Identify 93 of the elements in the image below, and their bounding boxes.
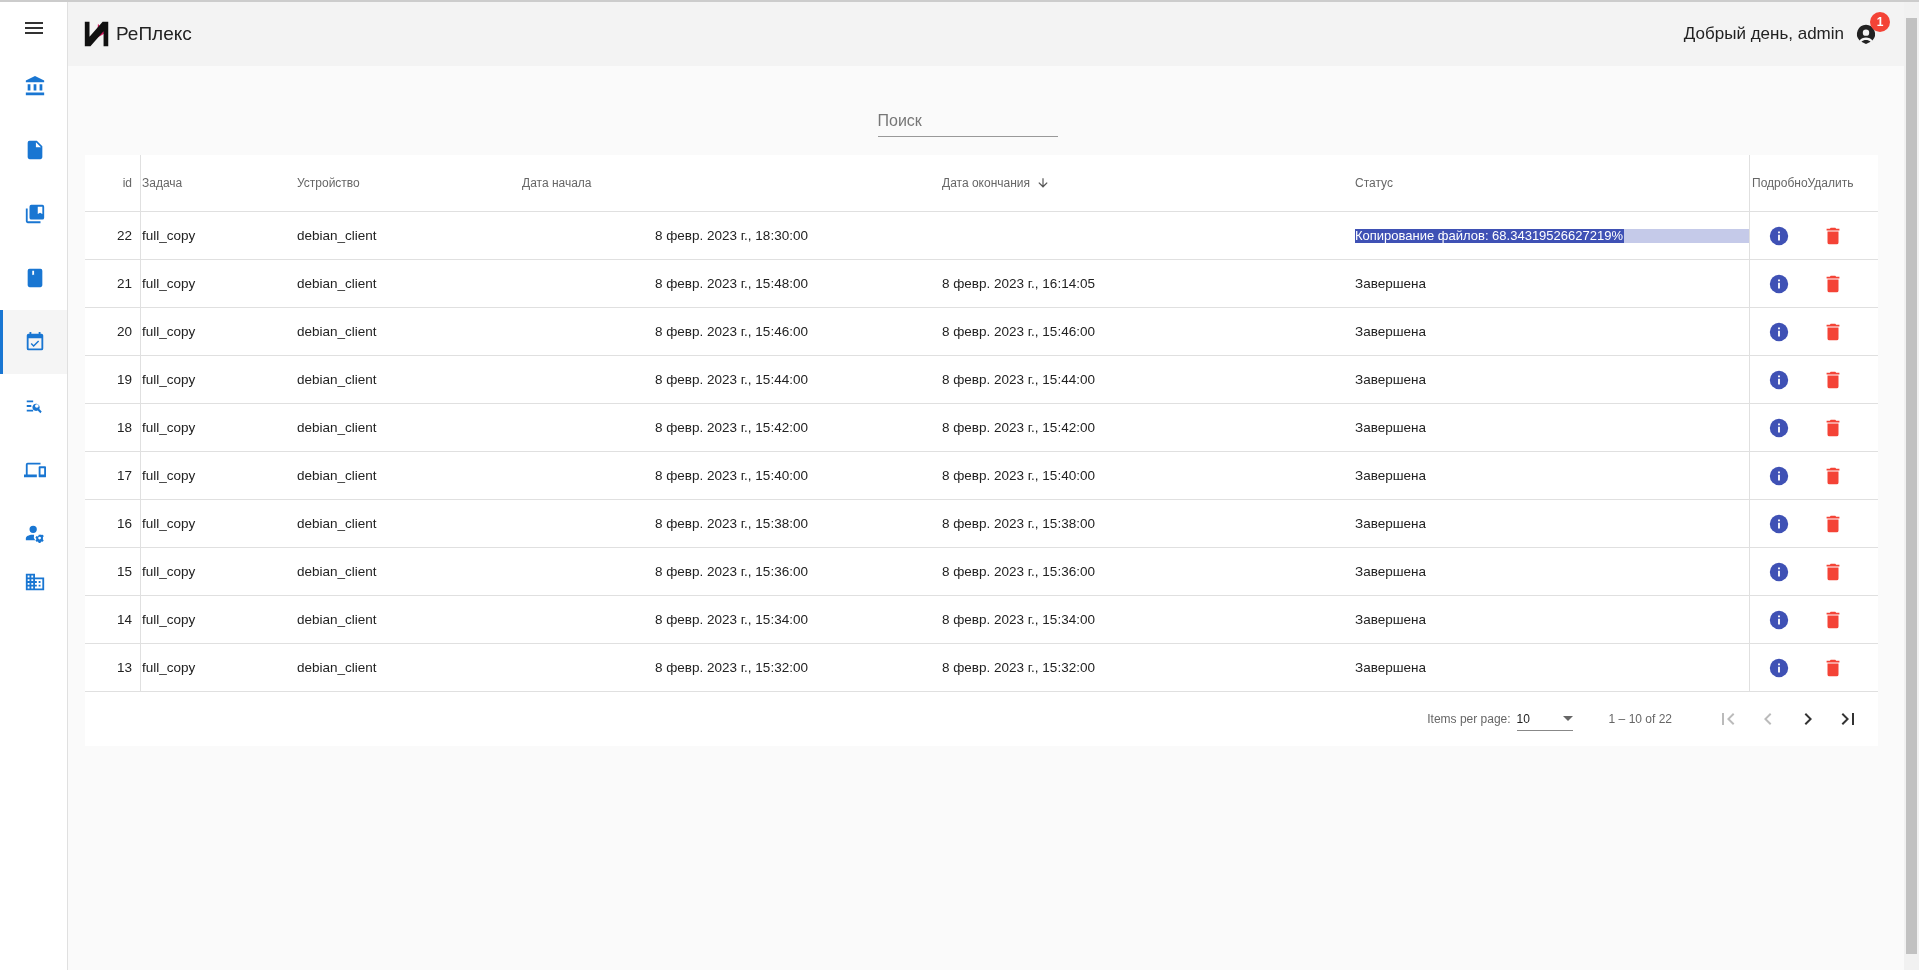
table-cell: 8 февр. 2023 г., 16:14:05	[942, 276, 1095, 291]
column-header[interactable]: Статус	[1355, 155, 1750, 212]
status-text: Завершена	[1355, 516, 1426, 531]
table-cell: 13	[85, 644, 141, 692]
table-cell: debian_client	[297, 644, 522, 692]
table-cell: 8 февр. 2023 г., 15:36:00	[942, 564, 1095, 579]
info-button[interactable]	[1767, 224, 1790, 247]
table-cell: 22	[85, 212, 141, 260]
notification-badge: 1	[1870, 12, 1890, 32]
table-cell: 14	[85, 596, 141, 644]
library-icon	[24, 203, 46, 225]
status-text: Завершена	[1355, 564, 1426, 579]
table-cell: full_copy	[141, 356, 297, 404]
table-cell: 8 февр. 2023 г., 15:38:00	[942, 516, 1095, 531]
account-button[interactable]	[1854, 22, 1878, 46]
table-cell: 8 февр. 2023 г., 15:46:00	[522, 308, 942, 356]
table-cell: full_copy	[141, 548, 297, 596]
table-cell: full_copy	[141, 500, 297, 548]
table-cell: 8 февр. 2023 г., 15:38:00	[522, 500, 942, 548]
table-cell: 8 февр. 2023 г., 15:40:00	[942, 468, 1095, 483]
info-button[interactable]	[1767, 512, 1790, 535]
table-cell: 8 февр. 2023 г., 15:46:00	[942, 324, 1095, 339]
table-cell: 8 февр. 2023 г., 15:36:00	[522, 548, 942, 596]
table-cell: 8 февр. 2023 г., 15:40:00	[522, 452, 942, 500]
column-header[interactable]: id	[85, 155, 141, 212]
column-header[interactable]: Подробно	[1750, 155, 1808, 212]
table-cell: full_copy	[141, 260, 297, 308]
info-button[interactable]	[1767, 464, 1790, 487]
table-cell: debian_client	[297, 260, 522, 308]
table-cell: full_copy	[141, 644, 297, 692]
info-button[interactable]	[1767, 368, 1790, 391]
scrollbar[interactable]	[1904, 2, 1919, 970]
page-size-select[interactable]: 10	[1516, 707, 1573, 731]
info-button[interactable]	[1767, 560, 1790, 583]
table-cell: 8 февр. 2023 г., 15:34:00	[942, 612, 1095, 627]
table-cell: debian_client	[297, 404, 522, 452]
column-header[interactable]: Дата окончания	[942, 155, 1355, 212]
table-cell: 8 февр. 2023 г., 15:44:00	[942, 372, 1095, 387]
table-cell: full_copy	[141, 596, 297, 644]
info-button[interactable]	[1767, 608, 1790, 631]
status-text: Завершена	[1355, 324, 1426, 339]
table-cell: 8 февр. 2023 г., 18:30:00	[522, 212, 942, 260]
status-text: Копирование файлов: 68.34319526627219%	[1355, 228, 1623, 243]
sidebar-item[interactable]	[0, 310, 67, 374]
calendar-icon	[24, 331, 46, 353]
table-cell: 18	[85, 404, 141, 452]
info-button[interactable]	[1767, 656, 1790, 679]
table-cell: 20	[85, 308, 141, 356]
status-text: Завершена	[1355, 420, 1426, 435]
table-cell: 17	[85, 452, 141, 500]
table-cell: 8 февр. 2023 г., 15:48:00	[522, 260, 942, 308]
column-header[interactable]: Удалить	[1807, 155, 1878, 212]
dropdown-caret-icon	[1562, 716, 1573, 721]
table-cell: debian_client	[297, 356, 522, 404]
table-cell: debian_client	[297, 212, 522, 260]
table-cell: 8 февр. 2023 г., 15:42:00	[942, 420, 1095, 435]
table-cell: debian_client	[297, 548, 522, 596]
search-field[interactable]: Поиск	[877, 106, 1058, 137]
table-cell: full_copy	[141, 404, 297, 452]
bank-icon	[24, 75, 46, 97]
info-button[interactable]	[1767, 320, 1790, 343]
info-button[interactable]	[1767, 416, 1790, 439]
status-text: Завершена	[1355, 468, 1426, 483]
table-cell: 8 февр. 2023 г., 15:34:00	[522, 596, 942, 644]
table-cell: debian_client	[297, 308, 522, 356]
table-cell: 21	[85, 260, 141, 308]
page-range-text: 1 – 10 of 22	[1608, 712, 1672, 726]
table-cell: 8 февр. 2023 г., 15:32:00	[942, 660, 1095, 675]
table-cell: debian_client	[297, 500, 522, 548]
table-cell: debian_client	[297, 596, 522, 644]
table-cell: 8 февр. 2023 г., 15:44:00	[522, 356, 942, 404]
status-text: Завершена	[1355, 372, 1426, 387]
status-text: Завершена	[1355, 276, 1426, 291]
account-icon	[1855, 23, 1877, 45]
column-header[interactable]: Задача	[141, 155, 297, 212]
table-cell: 8 февр. 2023 г., 15:42:00	[522, 404, 942, 452]
table-cell: 19	[85, 356, 141, 404]
brand-name: РеПлекс	[116, 23, 192, 45]
table-cell: full_copy	[141, 212, 297, 260]
greeting-text: Добрый день, admin	[1683, 24, 1844, 44]
info-button[interactable]	[1767, 272, 1790, 295]
status-text: Завершена	[1355, 660, 1426, 675]
table-cell: 15	[85, 548, 141, 596]
status-text: Завершена	[1355, 612, 1426, 627]
items-per-page-label: Items per page:	[1427, 712, 1511, 726]
table-cell: full_copy	[141, 452, 297, 500]
column-header[interactable]: Дата начала	[522, 155, 942, 212]
table-cell: full_copy	[141, 308, 297, 356]
building-icon	[24, 571, 46, 593]
column-header[interactable]: Устройство	[297, 155, 522, 212]
table-cell: 16	[85, 500, 141, 548]
table-cell: debian_client	[297, 452, 522, 500]
table-cell: 8 февр. 2023 г., 15:32:00	[522, 644, 942, 692]
